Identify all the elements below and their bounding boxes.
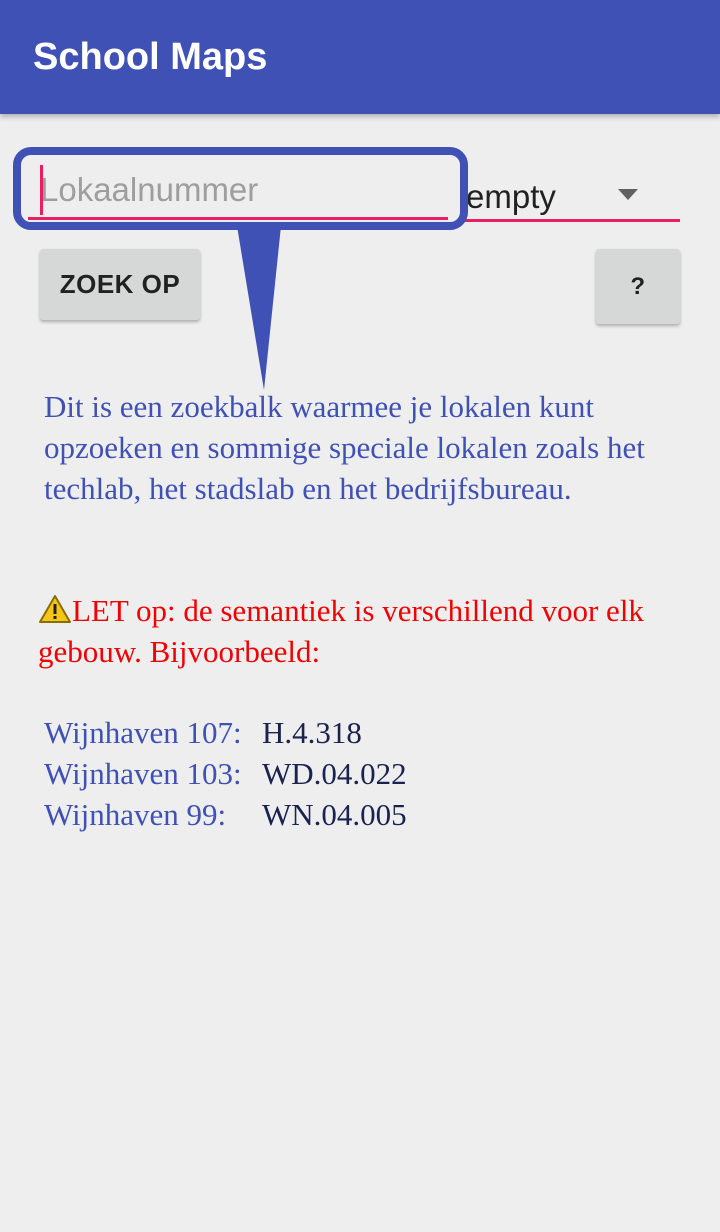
example-room-code: WD.04.022 <box>262 756 407 791</box>
example-room-code: H.4.318 <box>262 715 362 750</box>
app-bar: School Maps <box>0 0 720 114</box>
callout-pointer <box>237 226 281 390</box>
search-field[interactable] <box>28 160 448 220</box>
warning-triangle-icon <box>39 595 71 623</box>
spinner-underline <box>462 219 680 222</box>
warning-text: LET op: de semantiek is verschillend voo… <box>38 590 698 672</box>
search-button[interactable]: ZOEK OP <box>40 249 200 320</box>
example-row: Wijnhaven 107: H.4.318 <box>44 712 407 753</box>
example-building: Wijnhaven 103: <box>44 756 242 791</box>
building-spinner[interactable]: empty <box>462 168 680 222</box>
search-underline <box>28 217 448 220</box>
warning-message: LET op: de semantiek is verschillend voo… <box>38 593 644 669</box>
example-row: Wijnhaven 99: WN.04.005 <box>44 794 407 835</box>
examples-list: Wijnhaven 107: H.4.318 Wijnhaven 103: WD… <box>44 712 407 835</box>
example-row: Wijnhaven 103: WD.04.022 <box>44 753 407 794</box>
spinner-selected-value: empty <box>466 178 556 215</box>
dropdown-arrow-icon <box>618 189 638 200</box>
example-room-code: WN.04.005 <box>262 797 407 832</box>
app-title: School Maps <box>33 36 268 78</box>
room-number-input[interactable] <box>28 160 448 220</box>
example-building: Wijnhaven 99: <box>44 797 227 832</box>
example-building: Wijnhaven 107: <box>44 715 242 750</box>
text-cursor <box>40 165 43 215</box>
search-help-text: Dit is een zoekbalk waarmee je lokalen k… <box>44 389 645 506</box>
help-button[interactable]: ? <box>596 249 680 324</box>
